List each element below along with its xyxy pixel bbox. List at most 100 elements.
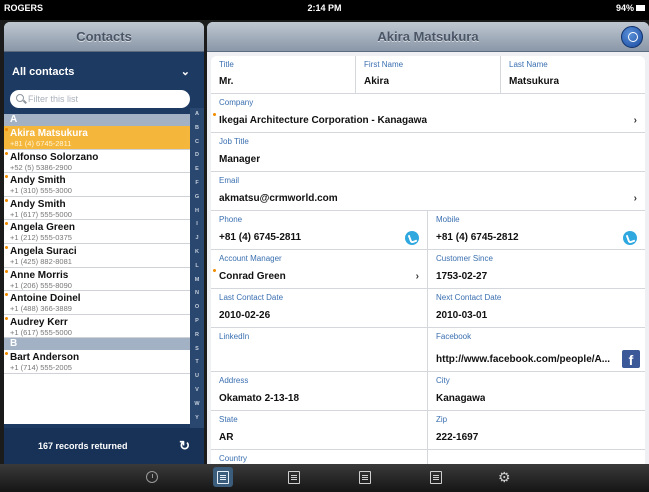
index-letter[interactable]: P	[190, 315, 204, 329]
battery-icon	[636, 5, 645, 11]
contact-row[interactable]: Angela Green +1 (212) 555-0375	[4, 220, 190, 244]
tab-accounts[interactable]	[284, 467, 304, 487]
field-value: 2010-02-26	[219, 310, 271, 321]
phone-icon[interactable]	[405, 231, 419, 245]
index-letter[interactable]: K	[190, 246, 204, 260]
index-letter[interactable]: N	[190, 287, 204, 301]
field-value: Matsukura	[509, 76, 560, 87]
section-header: B	[4, 338, 190, 351]
list-footer: 167 records returned ↻	[4, 428, 204, 464]
index-letter[interactable]: A	[190, 108, 204, 122]
tab-contacts[interactable]	[213, 467, 233, 487]
tab-opportunities[interactable]	[355, 467, 375, 487]
contact-form: Title Mr. First Name Akira Last Name Mat…	[211, 56, 645, 464]
contact-row[interactable]: Alfonso Solorzano +52 (5) 5386-2900	[4, 149, 190, 174]
field-state[interactable]: State AR	[211, 411, 428, 450]
index-letter[interactable]: W	[190, 398, 204, 412]
field-email[interactable]: Email akmatsu@crmworld.com ›	[211, 172, 645, 211]
index-letter[interactable]: G	[190, 191, 204, 205]
field-account-manager[interactable]: Account Manager Conrad Green ›	[211, 250, 428, 289]
contact-phone: +1 (212) 555-0375	[10, 233, 72, 243]
field-label: First Name	[364, 60, 404, 69]
index-letter[interactable]: Y	[190, 412, 204, 426]
contact-name: Andy Smith	[10, 198, 66, 210]
marker-dot	[5, 269, 8, 273]
marker-dot	[5, 151, 8, 155]
field-title[interactable]: Title Mr.	[211, 56, 356, 94]
marker-dot	[5, 316, 8, 320]
contact-name: Bart Anderson	[10, 352, 80, 364]
detail-nav-bar: Akira Matsukura	[207, 22, 649, 52]
index-letter[interactable]: M	[190, 274, 204, 288]
index-letter[interactable]: D	[190, 149, 204, 163]
facebook-icon[interactable]: f	[622, 350, 640, 368]
filter-input[interactable]: Filter this list	[10, 90, 190, 108]
field-label: Job Title	[219, 137, 249, 146]
field-label: Facebook	[436, 332, 472, 341]
index-letter[interactable]: J	[190, 232, 204, 246]
action-icon[interactable]	[621, 26, 643, 48]
marker-dot	[5, 293, 8, 297]
battery-label: 94%	[615, 3, 634, 13]
field-zip[interactable]: Zip 222-1697	[428, 411, 645, 450]
alphabet-index[interactable]: ABCDEFGHIJKLMNOPRSTUVWYZ	[190, 108, 204, 434]
index-letter[interactable]: R	[190, 329, 204, 343]
contact-phone: +1 (714) 555-2005	[10, 363, 72, 373]
field-label: State	[219, 415, 238, 424]
contact-name: Akira Matsukura	[10, 128, 88, 139]
field-linkedin[interactable]: LinkedIn	[211, 328, 428, 372]
contact-row[interactable]: Audrey Kerr +1 (617) 555-5000	[4, 314, 190, 339]
index-letter[interactable]: V	[190, 384, 204, 398]
field-job-title[interactable]: Job Title Manager	[211, 133, 645, 172]
field-value: Mr.	[219, 76, 234, 87]
field-country[interactable]: Country	[211, 450, 428, 464]
field-label: Country	[219, 454, 248, 463]
index-letter[interactable]: T	[190, 356, 204, 370]
field-city[interactable]: City Kanagawa	[428, 372, 645, 411]
field-first-name[interactable]: First Name Akira	[356, 56, 501, 94]
index-letter[interactable]: F	[190, 177, 204, 191]
index-letter[interactable]: I	[190, 218, 204, 232]
contacts-pane: Contacts All contacts ⌄ Filter this list…	[4, 22, 204, 464]
contact-row[interactable]: Bart Anderson +1 (714) 555-2005	[4, 350, 190, 374]
index-letter[interactable]: H	[190, 205, 204, 219]
field-customer-since[interactable]: Customer Since 1753-02-27	[428, 250, 645, 289]
index-letter[interactable]: C	[190, 136, 204, 150]
field-company[interactable]: Company Ikegai Architecture Corporation …	[211, 94, 645, 133]
list-selector[interactable]: All contacts ⌄	[4, 58, 204, 86]
index-letter[interactable]: B	[190, 122, 204, 136]
detail-title: Akira Matsukura	[377, 29, 479, 44]
field-value: +81 (4) 6745-2812	[436, 232, 519, 243]
gear-icon: ⚙	[498, 469, 511, 485]
field-phone[interactable]: Phone +81 (4) 6745-2811	[211, 211, 428, 250]
field-mobile[interactable]: Mobile +81 (4) 6745-2812	[428, 211, 645, 250]
tab-activities[interactable]	[426, 467, 446, 487]
field-value: Kanagawa	[436, 393, 486, 404]
contacts-list[interactable]: A Akira Matsukura +81 (4) 6745-2811 Alfonso…	[4, 114, 190, 424]
field-facebook[interactable]: Facebook http://www.facebook.com/people/…	[428, 328, 645, 372]
contacts-nav-title: Contacts	[4, 22, 204, 52]
contact-phone: +1 (206) 555-8090	[10, 280, 72, 290]
index-letter[interactable]: L	[190, 260, 204, 274]
field-address[interactable]: Address Okamato 2-13-18	[211, 372, 428, 411]
list-selector-label: All contacts	[12, 66, 75, 78]
index-letter[interactable]: O	[190, 301, 204, 315]
contact-row[interactable]: Andy Smith +1 (617) 555-5000	[4, 196, 190, 221]
index-letter[interactable]: U	[190, 370, 204, 384]
tab-settings[interactable]: ⚙	[494, 467, 514, 487]
contact-row[interactable]: Angela Suraci +1 (425) 882-8081	[4, 243, 190, 268]
field-last-name[interactable]: Last Name Matsukura	[501, 56, 645, 94]
contact-row[interactable]: Andy Smith +1 (310) 555-3000	[4, 173, 190, 197]
index-letter[interactable]: E	[190, 163, 204, 177]
contact-row[interactable]: Anne Morris +1 (206) 555-8090	[4, 267, 190, 292]
tab-recent[interactable]	[142, 467, 162, 487]
refresh-icon[interactable]: ↻	[179, 428, 190, 464]
field-value: 222-1697	[436, 432, 479, 443]
field-next-contact-date[interactable]: Next Contact Date 2010-03-01	[428, 289, 645, 328]
phone-icon[interactable]	[623, 231, 637, 245]
field-last-contact-date[interactable]: Last Contact Date 2010-02-26	[211, 289, 428, 328]
index-letter[interactable]: S	[190, 343, 204, 357]
contact-row[interactable]: Akira Matsukura +81 (4) 6745-2811	[4, 126, 190, 150]
contact-name: Angela Suraci	[10, 245, 77, 257]
contact-row[interactable]: Antoine Doinel +1 (488) 366-3889	[4, 291, 190, 315]
